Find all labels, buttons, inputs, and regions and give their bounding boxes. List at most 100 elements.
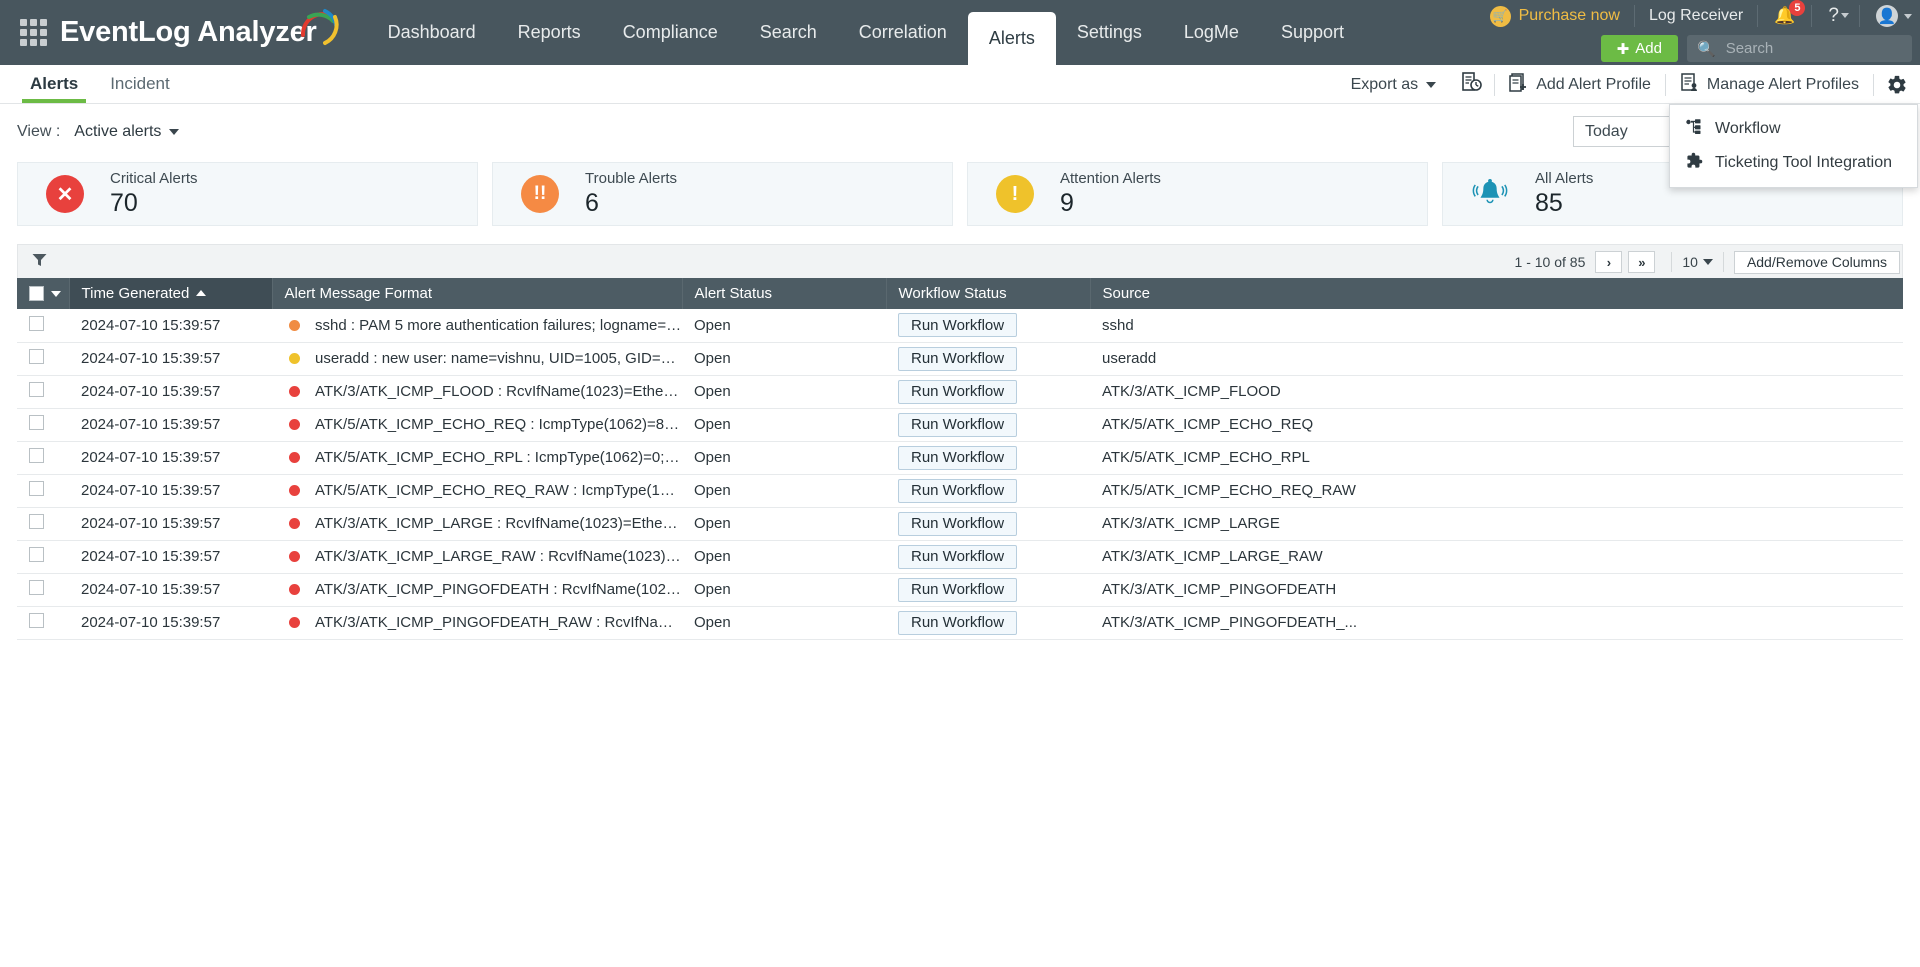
run-workflow-button[interactable]: Run Workflow <box>898 446 1017 470</box>
row-checkbox[interactable] <box>29 382 44 397</box>
purchase-now-button[interactable]: 🛒 Purchase now <box>1490 6 1634 27</box>
nav-alerts[interactable]: Alerts <box>968 12 1056 65</box>
apps-grid-icon[interactable] <box>16 16 50 50</box>
table-row[interactable]: 2024-07-10 15:39:57ATK/5/ATK_ICMP_ECHO_R… <box>17 441 1903 474</box>
run-workflow-button[interactable]: Run Workflow <box>898 611 1017 635</box>
table-row[interactable]: 2024-07-10 15:39:57useradd : new user: n… <box>17 342 1903 375</box>
run-workflow-button[interactable]: Run Workflow <box>898 380 1017 404</box>
cell-alert-message[interactable]: ATK/3/ATK_ICMP_PINGOFDEATH_RAW : RcvIfNa… <box>272 606 682 639</box>
column-header-alert-message-format[interactable]: Alert Message Format <box>272 278 682 309</box>
table-row[interactable]: 2024-07-10 15:39:57ATK/3/ATK_ICMP_LARGE … <box>17 507 1903 540</box>
next-page-button[interactable]: › <box>1595 251 1622 273</box>
card-attention-alerts[interactable]: ! Attention Alerts 9 <box>967 162 1428 226</box>
cell-alert-message[interactable]: ATK/5/ATK_ICMP_ECHO_RPL : IcmpType(1062)… <box>272 441 682 474</box>
row-checkbox[interactable] <box>29 448 44 463</box>
row-checkbox[interactable] <box>29 613 44 628</box>
filter-row: View : Active alerts Today 📅 <box>0 104 1920 160</box>
cell-alert-message[interactable]: ATK/5/ATK_ICMP_ECHO_REQ_RAW : IcmpType(1… <box>272 474 682 507</box>
row-checkbox[interactable] <box>29 514 44 529</box>
alert-message-text: ATK/3/ATK_ICMP_LARGE_RAW : RcvIfName(102… <box>315 548 682 565</box>
notifications-button[interactable]: 🔔 5 <box>1758 6 1811 26</box>
cell-source: sshd <box>1090 309 1903 342</box>
row-select-cell <box>17 408 69 441</box>
search-input[interactable] <box>1724 39 1902 58</box>
tab-alerts[interactable]: Alerts <box>14 65 94 103</box>
puzzle-piece-icon <box>1686 152 1703 174</box>
select-all-checkbox[interactable] <box>29 286 44 301</box>
add-alert-profile-button[interactable]: Add Alert Profile <box>1495 65 1665 104</box>
nav-correlation[interactable]: Correlation <box>838 0 968 65</box>
gear-icon[interactable] <box>1874 65 1920 104</box>
manage-alert-profiles-button[interactable]: Manage Alert Profiles <box>1666 65 1873 104</box>
table-row[interactable]: 2024-07-10 15:39:57ATK/3/ATK_ICMP_PINGOF… <box>17 606 1903 639</box>
table-row[interactable]: 2024-07-10 15:39:57ATK/3/ATK_ICMP_PINGOF… <box>17 573 1903 606</box>
cell-time-generated: 2024-07-10 15:39:57 <box>69 507 272 540</box>
run-workflow-button[interactable]: Run Workflow <box>898 347 1017 371</box>
table-row[interactable]: 2024-07-10 15:39:57ATK/5/ATK_ICMP_ECHO_R… <box>17 474 1903 507</box>
tab-incident[interactable]: Incident <box>94 65 186 103</box>
chevron-down-icon[interactable] <box>51 291 61 297</box>
help-menu-button[interactable]: ? <box>1812 5 1859 27</box>
nav-logme[interactable]: LogMe <box>1163 0 1260 65</box>
global-search-box[interactable]: 🔍 <box>1687 35 1912 62</box>
brand-logo[interactable]: EventLog Analyzer <box>60 15 341 51</box>
schedule-report-button[interactable] <box>1450 65 1494 104</box>
cell-alert-message[interactable]: ATK/5/ATK_ICMP_ECHO_REQ : IcmpType(1062)… <box>272 408 682 441</box>
table-row[interactable]: 2024-07-10 15:39:57ATK/3/ATK_ICMP_LARGE_… <box>17 540 1903 573</box>
row-checkbox[interactable] <box>29 481 44 496</box>
cell-time-generated: 2024-07-10 15:39:57 <box>69 606 272 639</box>
last-page-button[interactable]: » <box>1628 251 1655 273</box>
nav-search[interactable]: Search <box>739 0 838 65</box>
row-checkbox[interactable] <box>29 349 44 364</box>
card-trouble-alerts[interactable]: !! Trouble Alerts 6 <box>492 162 953 226</box>
add-remove-columns-button[interactable]: Add/Remove Columns <box>1734 251 1900 274</box>
run-workflow-button[interactable]: Run Workflow <box>898 313 1017 337</box>
run-workflow-button[interactable]: Run Workflow <box>898 512 1017 536</box>
severity-dot-icon <box>289 419 300 430</box>
column-header-alert-status[interactable]: Alert Status <box>682 278 886 309</box>
row-checkbox[interactable] <box>29 316 44 331</box>
nav-reports[interactable]: Reports <box>497 0 602 65</box>
filter-funnel-icon[interactable] <box>18 253 61 271</box>
cell-source: ATK/5/ATK_ICMP_ECHO_REQ <box>1090 408 1903 441</box>
dropdown-item-ticketing-tool-integration[interactable]: Ticketing Tool Integration <box>1670 146 1917 180</box>
cell-alert-message[interactable]: useradd : new user: name=vishnu, UID=100… <box>272 342 682 375</box>
run-workflow-button[interactable]: Run Workflow <box>898 578 1017 602</box>
cell-alert-message[interactable]: ATK/3/ATK_ICMP_LARGE_RAW : RcvIfName(102… <box>272 540 682 573</box>
column-header-workflow-status[interactable]: Workflow Status <box>886 278 1090 309</box>
nav-settings[interactable]: Settings <box>1056 0 1163 65</box>
export-as-button[interactable]: Export as <box>1337 65 1451 104</box>
column-header-source[interactable]: Source <box>1090 278 1903 309</box>
table-row[interactable]: 2024-07-10 15:39:57ATK/5/ATK_ICMP_ECHO_R… <box>17 408 1903 441</box>
log-receiver-button[interactable]: Log Receiver <box>1635 7 1757 25</box>
cell-alert-message[interactable]: ATK/3/ATK_ICMP_FLOOD : RcvIfName(1023)=E… <box>272 375 682 408</box>
card-critical-alerts[interactable]: ✕ Critical Alerts 70 <box>17 162 478 226</box>
add-button[interactable]: ✚ Add <box>1601 35 1678 62</box>
row-select-cell <box>17 474 69 507</box>
cell-alert-message[interactable]: ATK/3/ATK_ICMP_LARGE : RcvIfName(1023)=E… <box>272 507 682 540</box>
cell-workflow-status: Run Workflow <box>886 342 1090 375</box>
run-workflow-button[interactable]: Run Workflow <box>898 545 1017 569</box>
table-row[interactable]: 2024-07-10 15:39:57ATK/3/ATK_ICMP_FLOOD … <box>17 375 1903 408</box>
row-checkbox[interactable] <box>29 415 44 430</box>
nav-compliance[interactable]: Compliance <box>602 0 739 65</box>
row-checkbox[interactable] <box>29 580 44 595</box>
run-workflow-button[interactable]: Run Workflow <box>898 479 1017 503</box>
row-checkbox[interactable] <box>29 547 44 562</box>
dropdown-item-workflow[interactable]: Workflow <box>1670 112 1917 146</box>
user-menu-button[interactable]: 👤 <box>1860 5 1912 27</box>
column-header-time-generated[interactable]: Time Generated <box>69 278 272 309</box>
alerts-table: Time Generated Alert Message Format Aler… <box>17 278 1903 640</box>
cell-time-generated: 2024-07-10 15:39:57 <box>69 309 272 342</box>
run-workflow-button[interactable]: Run Workflow <box>898 413 1017 437</box>
nav-dashboard[interactable]: Dashboard <box>367 0 497 65</box>
view-selector[interactable]: Active alerts <box>74 123 179 141</box>
row-select-cell <box>17 573 69 606</box>
alert-message-text: ATK/5/ATK_ICMP_ECHO_RPL : IcmpType(1062)… <box>315 449 682 466</box>
nav-support[interactable]: Support <box>1260 0 1365 65</box>
alert-message-text: ATK/5/ATK_ICMP_ECHO_REQ_RAW : IcmpType(1… <box>315 482 682 499</box>
table-row[interactable]: 2024-07-10 15:39:57sshd : PAM 5 more aut… <box>17 309 1903 342</box>
cell-alert-message[interactable]: sshd : PAM 5 more authentication failure… <box>272 309 682 342</box>
page-size-selector[interactable]: 10 <box>1682 254 1713 270</box>
cell-alert-message[interactable]: ATK/3/ATK_ICMP_PINGOFDEATH : RcvIfName(1… <box>272 573 682 606</box>
